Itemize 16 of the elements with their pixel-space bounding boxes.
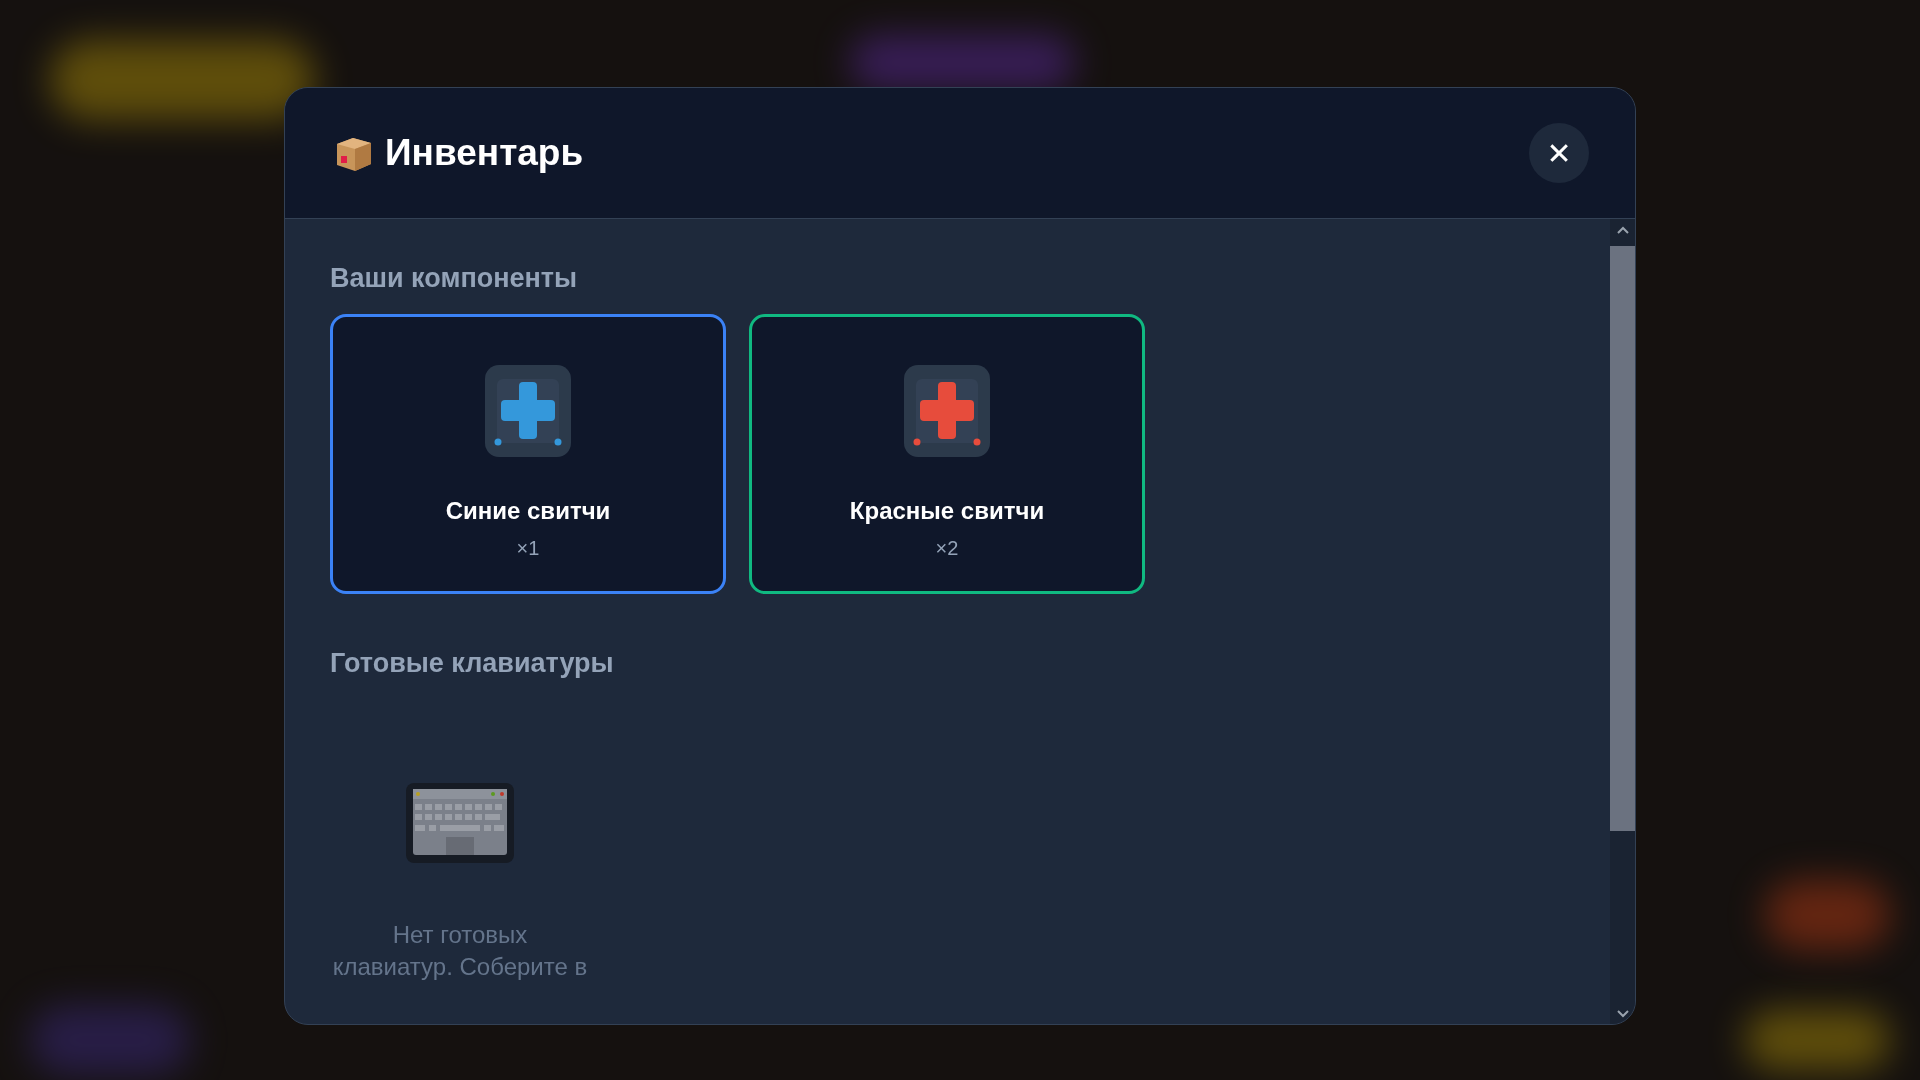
component-name: Синие свитчи: [445, 497, 611, 525]
section-heading: Ваши компоненты: [330, 263, 579, 294]
empty-state-text: Нет готовых клавиатур. Соберите в: [331, 920, 589, 982]
chevron-up-icon[interactable]: [1615, 225, 1630, 235]
component-count: ×2: [935, 537, 959, 560]
component-count: ×1: [516, 537, 540, 560]
scrollbar[interactable]: [1610, 219, 1635, 1024]
component-card[interactable]: Синие свитчи ×1: [330, 314, 726, 594]
component-card[interactable]: Красные свитчи ×2: [749, 314, 1145, 594]
chevron-down-icon[interactable]: [1615, 1008, 1630, 1018]
section-heading: Готовые клавиатуры: [330, 648, 615, 679]
close-button[interactable]: ✕: [1529, 123, 1589, 183]
scrollbar-thumb[interactable]: [1610, 246, 1635, 831]
keyboard-icon: [406, 783, 514, 863]
dialog-title: Инвентарь: [385, 132, 584, 174]
component-name: Красные свитчи: [849, 497, 1045, 525]
